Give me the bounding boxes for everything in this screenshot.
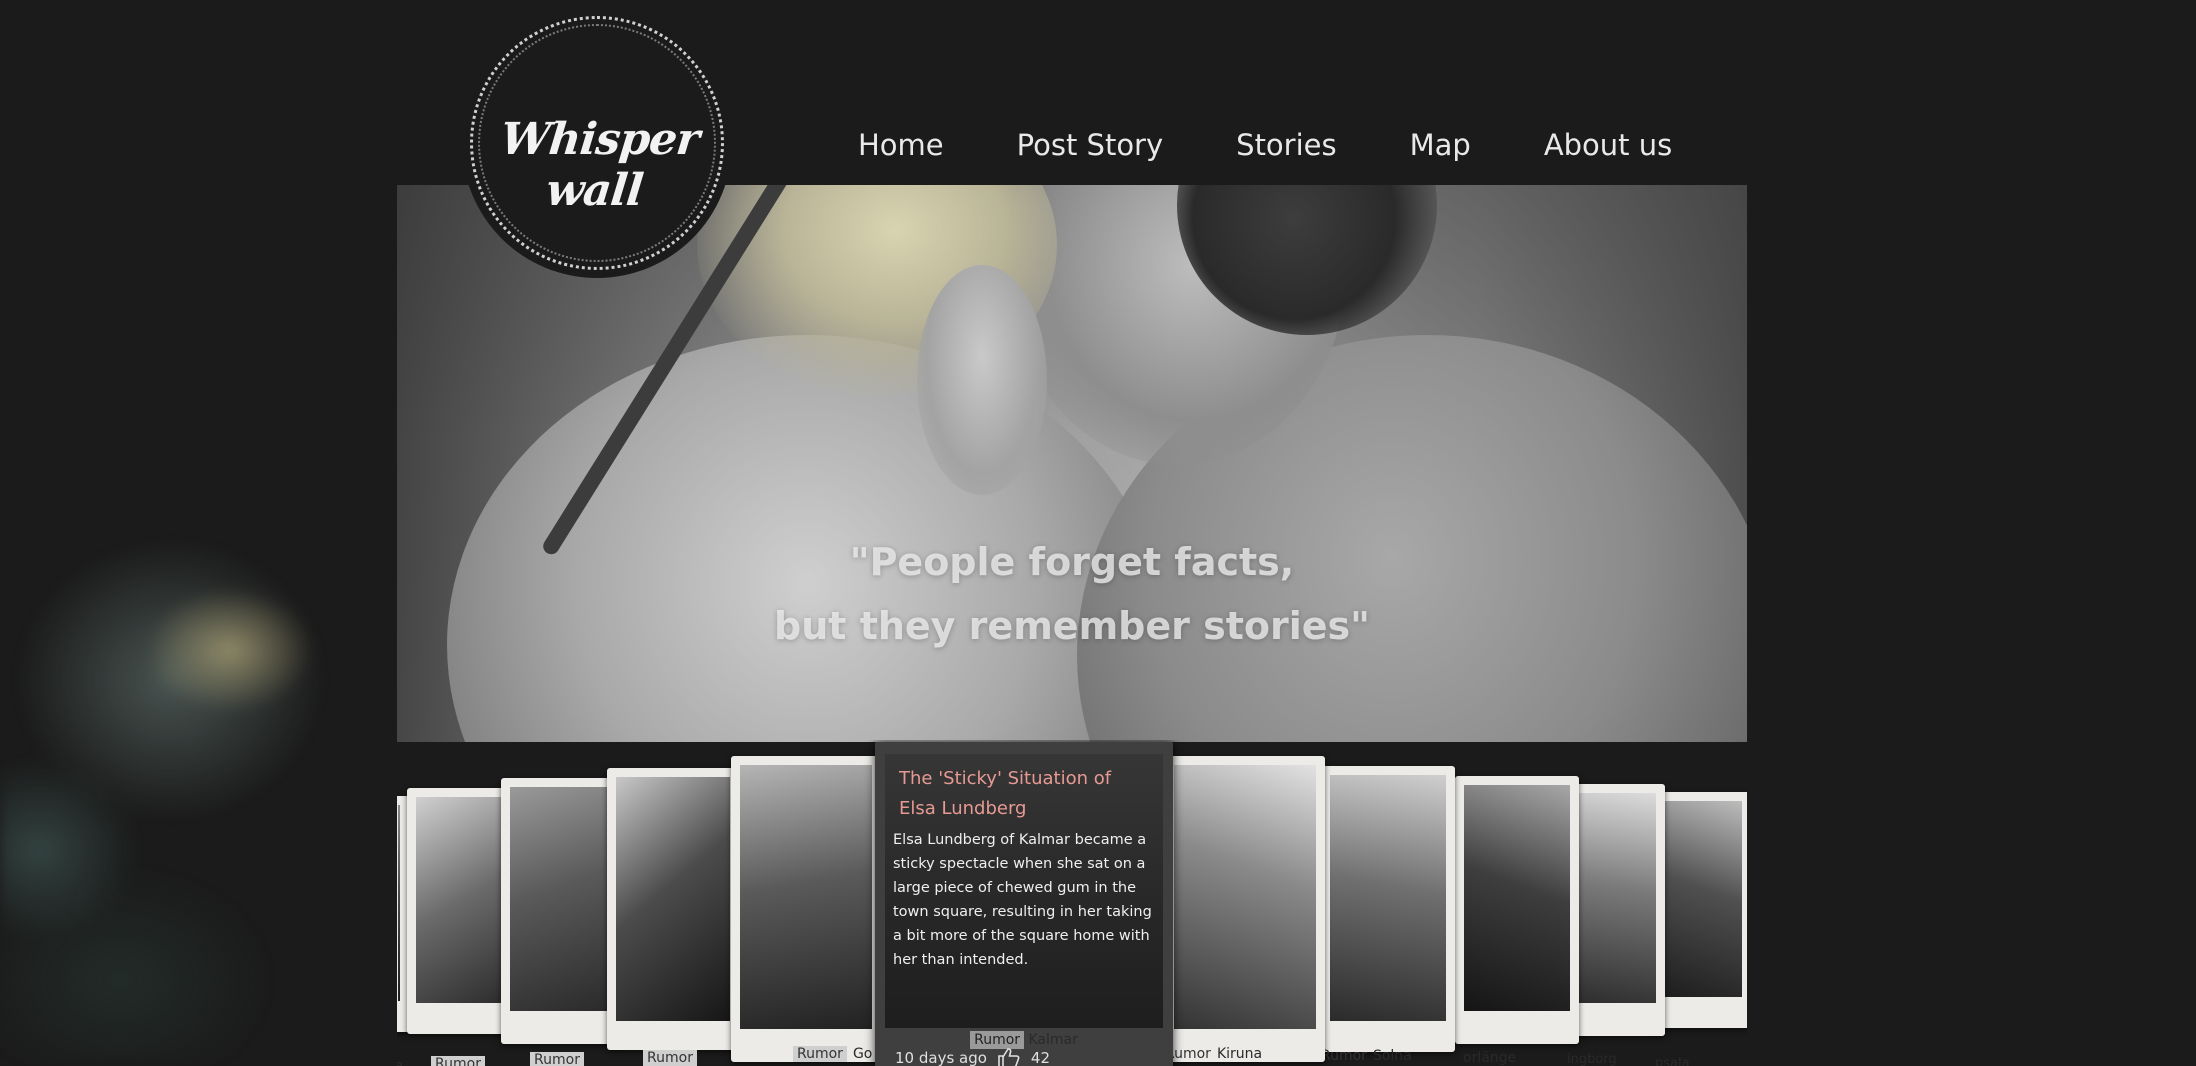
story-card-place: Go: [852, 1046, 873, 1062]
featured-story-text: Elsa Lundberg of Kalmar became a sticky …: [893, 832, 1152, 968]
featured-story-likes: 42: [1030, 1049, 1051, 1066]
story-photo: [416, 797, 506, 1003]
story-card-label: Rumor Kiruna: [1165, 1046, 1325, 1062]
rumor-tag: Rumor: [1321, 1048, 1367, 1064]
story-card[interactable]: Rumor: [501, 778, 619, 1066]
story-card[interactable]: ingborg: [1565, 784, 1665, 1066]
nav-map[interactable]: Map: [1410, 128, 1471, 162]
featured-story-time: 10 days ago: [895, 1049, 987, 1066]
hero-whisper-hand: [917, 265, 1047, 495]
nav-home[interactable]: Home: [858, 128, 944, 162]
story-card-label: Rumor: [501, 1052, 619, 1066]
logo-text: Whisper wall: [498, 114, 702, 216]
story-card-label: psala: [1655, 1056, 1747, 1066]
hero-quote-line2: but they remember stories": [774, 604, 1370, 648]
story-card[interactable]: Rumor Kiruna: [1165, 756, 1325, 1062]
story-card-place: Kiruna: [1216, 1046, 1263, 1062]
featured-story-meta: 10 days ago 42: [895, 1047, 1050, 1066]
thumbs-up-icon[interactable]: [997, 1047, 1021, 1066]
story-card-place: orlänge: [1463, 1050, 1517, 1066]
story-photo: [740, 765, 872, 1029]
background-smoke: [0, 420, 420, 1060]
story-card-label: ingborg: [1567, 1052, 1665, 1066]
featured-story-title[interactable]: The 'Sticky' Situation of Elsa Lundberg: [899, 764, 1149, 824]
story-card-label: orlänge: [1463, 1050, 1579, 1066]
story-photo: [616, 777, 730, 1021]
story-card[interactable]: Rumor: [607, 768, 739, 1066]
story-photo: [510, 787, 610, 1011]
hero-quote-line1: "People forget facts,: [849, 540, 1295, 584]
rumor-tag: Rumor: [530, 1052, 584, 1066]
story-card[interactable]: Rumor Go: [731, 756, 881, 1062]
story-card[interactable]: orlänge: [1455, 776, 1579, 1066]
story-card[interactable]: Rumor Solna: [1321, 766, 1455, 1064]
story-card[interactable]: psala: [1651, 792, 1747, 1066]
story-card-label: Rumor Solna: [1321, 1048, 1455, 1064]
hero-quote: "People forget facts, but they remember …: [397, 530, 1747, 658]
story-photo: [1330, 775, 1446, 1021]
story-card-label: Rumor Go: [793, 1046, 881, 1062]
featured-story-card[interactable]: The 'Sticky' Situation of Elsa Lundberg …: [875, 742, 1173, 1066]
story-carousel: ne Rumor Rumor Rumor Rumor Go psala ingbo…: [397, 740, 1747, 1066]
rumor-tag: Rumor: [793, 1046, 847, 1062]
story-photo: [1574, 793, 1656, 1003]
nav-about-us[interactable]: About us: [1544, 128, 1672, 162]
featured-story-place: Kalmar: [1028, 1032, 1078, 1048]
story-card-label: Rumor: [607, 1050, 739, 1066]
main-nav: Home Post Story Stories Map About us: [858, 128, 1672, 162]
rumor-tag: Rumor: [431, 1056, 485, 1066]
story-card-label: Rumor: [407, 1056, 515, 1066]
site-logo[interactable]: Whisper wall: [466, 12, 728, 274]
nav-stories[interactable]: Stories: [1236, 128, 1336, 162]
featured-story-label: Rumor Kalmar: [875, 1031, 1173, 1049]
story-photo: [398, 805, 400, 1001]
story-card-place: ne: [397, 1058, 403, 1066]
rumor-tag: Rumor: [643, 1050, 697, 1066]
story-photo: [1174, 765, 1316, 1029]
story-photo: [1464, 785, 1570, 1011]
story-card-place: Solna: [1372, 1048, 1412, 1064]
nav-post-story[interactable]: Post Story: [1017, 128, 1164, 162]
story-photo: [1660, 801, 1742, 997]
story-card[interactable]: Rumor: [407, 788, 515, 1066]
